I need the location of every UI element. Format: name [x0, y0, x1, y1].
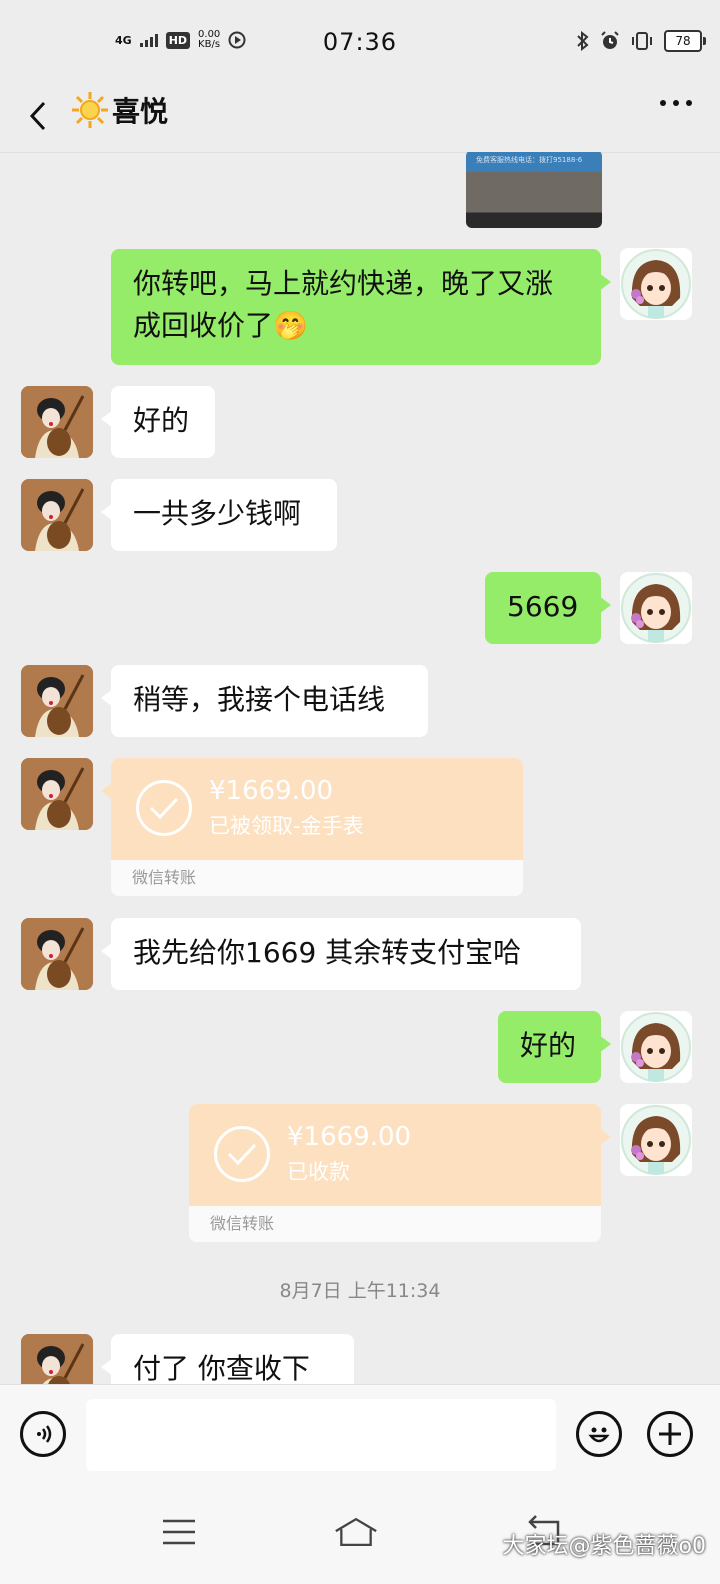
message-text: 好的 [133, 404, 190, 437]
pipa-player-avatar-icon [21, 665, 93, 737]
my-avatar[interactable] [620, 248, 692, 320]
check-circle-icon [214, 1126, 270, 1182]
transfer-footer: 微信转账 [111, 860, 523, 896]
contact-avatar[interactable] [21, 479, 93, 551]
message-text: 好的 [520, 1029, 577, 1062]
message-text: 稍等，我接个电话线 [133, 683, 386, 716]
chat-title: 喜悦 [70, 80, 168, 140]
home-nav-button[interactable] [334, 1510, 378, 1554]
my-avatar[interactable] [620, 1104, 692, 1176]
check-circle-icon [136, 780, 192, 836]
more-dot-icon [686, 100, 692, 106]
message-bubble-other[interactable]: 付了 你查收下 [101, 1334, 354, 1384]
voice-icon [37, 1425, 52, 1443]
message-bubble-me[interactable]: 5669 [485, 572, 611, 644]
contact-avatar[interactable] [21, 918, 93, 990]
image-caption: 免费客服热线电话：拨打95188-6 [476, 156, 583, 164]
system-nav-bar: 大家坛@紫色蔷薇o0 [0, 1488, 720, 1584]
vibrate-icon [632, 32, 652, 50]
transfer-status: 已收款 [287, 1160, 350, 1184]
my-avatar[interactable] [620, 1011, 692, 1083]
more-dot-icon [673, 100, 679, 106]
message-text: 5669 [507, 590, 579, 623]
pipa-player-avatar-icon [21, 479, 93, 551]
message-bubble-other[interactable]: 一共多少钱啊 [101, 479, 337, 551]
add-button[interactable] [647, 1411, 693, 1457]
pipa-player-avatar-icon [21, 1334, 93, 1384]
message-text: 我先给你1669 其余转支付宝哈 [133, 936, 522, 969]
plus-icon [659, 1423, 681, 1445]
message-text: 你转吧，马上就约快递，晚了又涨 [133, 267, 554, 300]
chat-header: 喜悦 [0, 80, 720, 153]
shush-emoji: 🤭 [273, 309, 308, 342]
emoji-button[interactable] [576, 1411, 622, 1457]
my-avatar[interactable] [620, 572, 692, 644]
message-text: 付了 你查收下 [133, 1352, 310, 1384]
back-button[interactable] [18, 90, 58, 142]
pipa-player-avatar-icon [21, 758, 93, 830]
transfer-footer: 微信转账 [189, 1206, 601, 1242]
home-icon [335, 1517, 377, 1546]
message-bubble-other[interactable]: 我先给你1669 其余转支付宝哈 [101, 918, 581, 990]
transfer-amount: ¥1669.00 [209, 776, 334, 806]
status-right: 78 [576, 30, 706, 52]
contact-name: 喜悦 [112, 95, 169, 128]
contact-avatar[interactable] [21, 386, 93, 458]
battery-indicator: 78 [664, 30, 706, 52]
girl-avatar-icon [621, 573, 691, 643]
transfer-amount: ¥1669.00 [287, 1122, 412, 1152]
image-message[interactable]: 免费客服热线电话：拨打95188-6 [466, 152, 602, 228]
pipa-player-avatar-icon [21, 386, 93, 458]
watermark: 大家坛@紫色蔷薇o0 [502, 1534, 706, 1559]
more-dot-icon [660, 100, 666, 106]
voice-button[interactable] [20, 1411, 66, 1457]
message-text: 成回收价了 [133, 309, 274, 342]
message-bubble-other[interactable]: 好的 [101, 386, 215, 458]
smiley-icon [588, 1427, 610, 1443]
message-text: 一共多少钱啊 [133, 497, 302, 530]
menu-icon [163, 1519, 195, 1545]
message-bubble-me[interactable]: 好的 [498, 1011, 611, 1083]
girl-avatar-icon [621, 1105, 691, 1175]
menu-nav-button[interactable] [157, 1510, 201, 1554]
more-button[interactable] [660, 100, 692, 106]
contact-avatar[interactable] [21, 1334, 93, 1384]
message-input[interactable] [86, 1399, 556, 1471]
girl-avatar-icon [621, 249, 691, 319]
girl-avatar-icon [621, 1012, 691, 1082]
transfer-status: 已被领取-金手表 [209, 814, 364, 838]
transfer-card-accepted[interactable]: ¥1669.00 已收款 微信转账 [189, 1104, 611, 1242]
input-bar [0, 1384, 720, 1489]
timestamp: 8月7日 上午11:34 [279, 1280, 441, 1302]
bluetooth-icon [577, 31, 589, 51]
status-bar: 4G HD 0.00 KB/s 07:36 78 [0, 0, 720, 80]
sun-emoji-icon [72, 92, 108, 128]
contact-avatar[interactable] [21, 665, 93, 737]
transfer-card-received[interactable]: ¥1669.00 已被领取-金手表 微信转账 [101, 758, 523, 896]
alarm-icon [601, 31, 619, 49]
pipa-player-avatar-icon [21, 918, 93, 990]
back-arrow-icon [29, 101, 46, 131]
message-bubble-other[interactable]: 稍等，我接个电话线 [101, 665, 428, 737]
message-list[interactable]: 免费客服热线电话：拨打95188-6 你转吧，马上就约快递，晚了又涨 成回收价了… [0, 152, 720, 1384]
contact-avatar[interactable] [21, 758, 93, 830]
message-bubble-me[interactable]: 你转吧，马上就约快递，晚了又涨 成回收价了🤭 [111, 249, 611, 365]
